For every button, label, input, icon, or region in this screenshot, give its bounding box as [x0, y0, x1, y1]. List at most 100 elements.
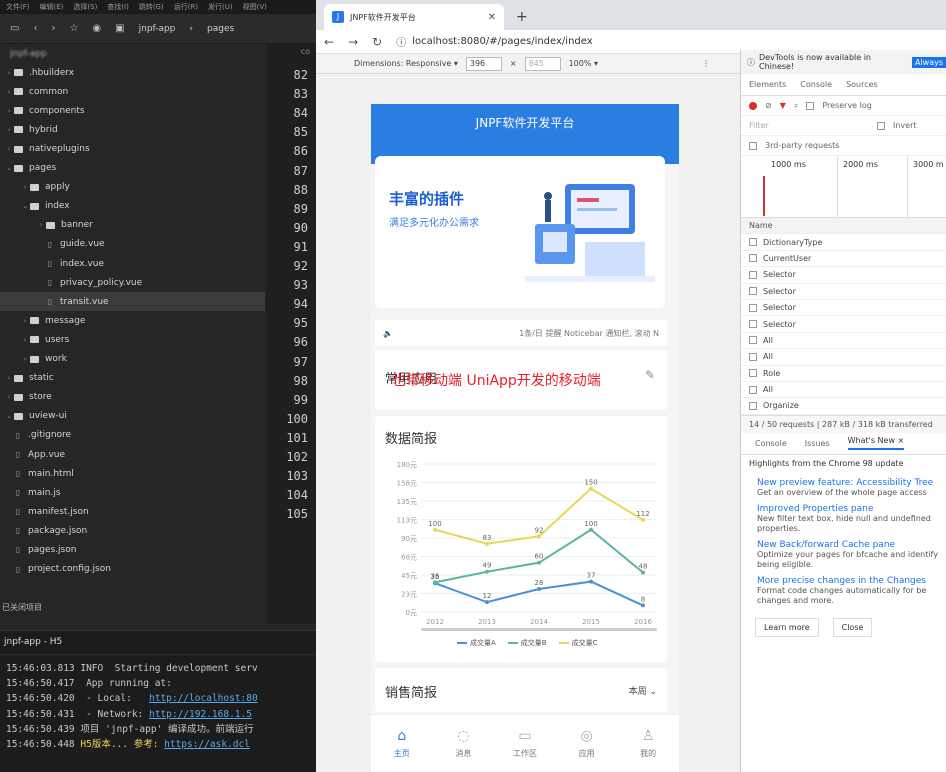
menu-item[interactable]: 发行(U)	[208, 2, 233, 12]
terminal-link[interactable]: https://ask.dcl	[164, 739, 250, 750]
drawer-tab[interactable]: Console	[755, 439, 787, 448]
request-row[interactable]: All	[741, 333, 946, 350]
file-item[interactable]: ▯ main.js	[0, 483, 265, 502]
save-icon[interactable]: ▭	[10, 23, 19, 34]
file-item[interactable]: ▯ pages.json	[0, 540, 265, 559]
request-row[interactable]: Organize	[741, 398, 946, 415]
terminal-link[interactable]: http://192.168.1.5	[149, 709, 252, 720]
filter-icon[interactable]: ▼	[780, 101, 786, 110]
close-tab-icon[interactable]: ✕	[488, 12, 496, 23]
request-row[interactable]: Selector	[741, 300, 946, 317]
request-row[interactable]: Role	[741, 366, 946, 382]
feature-title[interactable]: Improved Properties pane	[757, 504, 938, 514]
menu-item[interactable]: 视图(V)	[243, 2, 267, 12]
terminal-link[interactable]: http://localhost:80	[149, 693, 258, 704]
legend-item[interactable]: 成交量A	[457, 638, 496, 648]
file-item[interactable]: ▯ main.html	[0, 464, 265, 483]
closed-projects[interactable]: 已关闭项目	[0, 602, 42, 613]
always-match-button[interactable]: Always	[911, 56, 946, 68]
reload-icon[interactable]: ↻	[372, 35, 382, 49]
record-icon[interactable]	[749, 101, 757, 110]
breadcrumb-pages[interactable]: pages	[207, 24, 234, 34]
third-party-checkbox[interactable]	[749, 141, 757, 150]
request-row[interactable]: Selector	[741, 267, 946, 284]
run-icon[interactable]: ◉	[92, 23, 101, 34]
legend-item[interactable]: 成交量C	[558, 638, 598, 648]
file-item[interactable]: ▯ guide.vue	[0, 235, 265, 254]
folder-item[interactable]: › banner	[0, 216, 265, 235]
folder-item[interactable]: › message	[0, 311, 265, 330]
drawer-tab[interactable]: What's New ×	[847, 436, 905, 451]
folder-item[interactable]: › users	[0, 330, 265, 349]
folder-item[interactable]: › work	[0, 350, 265, 369]
folder-item[interactable]: › apply	[0, 178, 265, 197]
back-icon[interactable]: ‹	[33, 23, 37, 34]
clear-icon[interactable]: ⊘	[765, 101, 772, 110]
new-tab-icon[interactable]: +	[516, 9, 528, 25]
request-row[interactable]: Selector	[741, 284, 946, 300]
more-options-icon[interactable]: ⋮	[702, 59, 710, 68]
zoom-select[interactable]: 100% ▾	[569, 59, 598, 68]
folder-item[interactable]: › store	[0, 388, 265, 407]
menu-item[interactable]: 选择(S)	[73, 2, 97, 12]
file-item[interactable]: ▯ App.vue	[0, 445, 265, 464]
breadcrumb-project[interactable]: jnpf-app	[139, 24, 176, 34]
folder-item[interactable]: › static	[0, 369, 265, 388]
learn-more-button[interactable]: Learn more	[755, 617, 819, 637]
feature-title[interactable]: New Back/forward Cache pane	[757, 540, 938, 550]
menu-item[interactable]: 运行(R)	[174, 2, 198, 12]
search-icon[interactable]: ⌕	[794, 101, 798, 111]
feature-title[interactable]: More precise changes in the Changes	[757, 576, 938, 586]
feature-title[interactable]: New preview feature: Accessibility Tree	[757, 478, 938, 488]
project-root[interactable]: jnpf-app	[0, 44, 265, 63]
notice-bar[interactable]: 🔈 1条/日 提醒 Noticebar 通知栏, 滚动 N	[375, 320, 667, 346]
file-item[interactable]: ▯ package.json	[0, 521, 265, 540]
file-item[interactable]: ▯ .gitignore	[0, 426, 265, 445]
file-item[interactable]: ▯ index.vue	[0, 254, 265, 273]
banner-card[interactable]: 丰富的插件 满足多元化办公需求	[375, 156, 665, 308]
tab-apps[interactable]: ◎ 应用	[562, 715, 612, 772]
menu-item[interactable]: 文件(F)	[6, 2, 30, 12]
menu-item[interactable]: 编辑(E)	[40, 2, 64, 12]
close-button[interactable]: Close	[832, 617, 873, 637]
request-row[interactable]: Selector	[741, 316, 946, 333]
file-item[interactable]: ▯ transit.vue	[0, 292, 265, 312]
back-arrow-icon[interactable]: ←	[324, 35, 334, 49]
folder-item[interactable]: › hybrid	[0, 120, 265, 139]
menu-item[interactable]: 查找(I)	[107, 2, 129, 12]
browser-tab[interactable]: J JNPF软件开发平台 ✕	[324, 4, 504, 30]
file-item[interactable]: ▯ privacy_policy.vue	[0, 273, 265, 292]
devtools-tab[interactable]: Elements	[749, 80, 786, 89]
folder-item[interactable]: › .hbuilderx	[0, 63, 265, 82]
url-field[interactable]: ⓘ localhost:8080/#/pages/index/index	[396, 34, 592, 49]
folder-item[interactable]: ⌄ pages	[0, 159, 265, 178]
sales-period-select[interactable]: 本周 ⌄	[629, 684, 657, 697]
folder-item[interactable]: ⌄ index	[0, 197, 265, 216]
tab-message[interactable]: ◌ 消息	[438, 715, 488, 772]
tab-workspace[interactable]: ▭ 工作区	[500, 715, 550, 772]
name-column-header[interactable]: Name	[741, 218, 946, 235]
drawer-tab[interactable]: Issues	[805, 439, 830, 448]
folder-item[interactable]: › common	[0, 82, 265, 101]
request-row[interactable]: CurrentUser	[741, 251, 946, 268]
width-input[interactable]: 396	[465, 56, 502, 71]
file-item[interactable]: ▯ manifest.json	[0, 502, 265, 521]
preserve-log-checkbox[interactable]	[806, 101, 815, 110]
star-icon[interactable]: ☆	[69, 23, 78, 34]
forward-icon[interactable]: ›	[51, 23, 55, 34]
tab-home[interactable]: ⌂ 主页	[377, 715, 427, 772]
chart-scrollbar[interactable]	[421, 628, 657, 631]
devtools-tab[interactable]: Sources	[846, 80, 878, 89]
request-row[interactable]: All	[741, 349, 946, 366]
folder-item[interactable]: ⌄ uview-ui	[0, 407, 265, 426]
request-row[interactable]: All	[741, 382, 946, 399]
request-row[interactable]: DictionaryType	[741, 234, 946, 251]
legend-item[interactable]: 成交量B	[507, 638, 547, 648]
folder-item[interactable]: › nativeplugins	[0, 139, 265, 158]
folder-item[interactable]: › components	[0, 101, 265, 120]
forward-arrow-icon[interactable]: →	[348, 35, 358, 49]
menu-item[interactable]: 跳转(G)	[139, 2, 164, 12]
file-item[interactable]: ▯ project.config.json	[0, 560, 265, 579]
filter-input[interactable]: Filter	[749, 121, 869, 130]
edit-icon[interactable]: ✎	[645, 368, 655, 382]
